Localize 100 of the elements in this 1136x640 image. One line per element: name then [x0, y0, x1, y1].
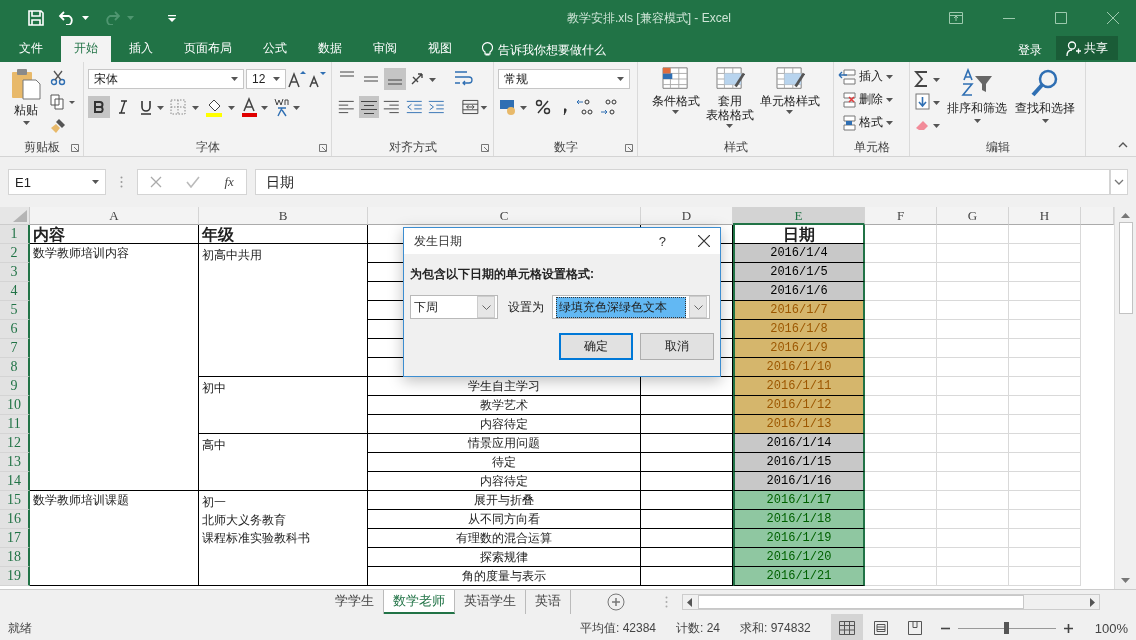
- scroll-down-icon[interactable]: [1121, 578, 1130, 583]
- row-header[interactable]: 19: [0, 567, 30, 586]
- column-header[interactable]: C: [368, 207, 641, 225]
- row-header[interactable]: 7: [0, 339, 30, 358]
- phonetic-guide-icon[interactable]: [272, 96, 302, 118]
- row-header[interactable]: 14: [0, 472, 30, 491]
- scroll-right-icon[interactable]: [1090, 597, 1095, 607]
- save-icon[interactable]: [28, 10, 44, 26]
- scroll-up-icon[interactable]: [1121, 213, 1130, 218]
- row-header[interactable]: 8: [0, 358, 30, 377]
- dialog-launcher-icon[interactable]: [481, 144, 489, 152]
- scroll-left-icon[interactable]: [687, 597, 692, 607]
- sheet-tab[interactable]: 数学老师: [384, 590, 455, 614]
- ribbon-display-icon[interactable]: [949, 12, 963, 24]
- number-format-field[interactable]: 常规: [498, 69, 630, 89]
- dialog-launcher-icon[interactable]: [71, 144, 79, 152]
- bold-button[interactable]: [88, 96, 110, 118]
- row-header[interactable]: 17: [0, 529, 30, 548]
- close-icon[interactable]: [698, 235, 710, 247]
- insert-function-button[interactable]: fx: [224, 174, 234, 190]
- ribbon-tab[interactable]: 插入: [116, 36, 166, 62]
- row-header[interactable]: 18: [0, 548, 30, 567]
- copy-icon[interactable]: [50, 94, 76, 110]
- styles-button[interactable]: 条件格式: [648, 66, 703, 138]
- zoom-in-icon[interactable]: [1063, 623, 1073, 633]
- format-dropdown[interactable]: 绿填充色深绿色文本: [552, 295, 710, 319]
- dialog-launcher-icon[interactable]: [625, 144, 633, 152]
- font-name-field[interactable]: 宋体: [88, 69, 244, 89]
- share-button[interactable]: 共享: [1056, 36, 1118, 60]
- grow-font-icon[interactable]: [288, 70, 306, 88]
- ribbon-tab[interactable]: 开始: [61, 36, 111, 62]
- editing-button[interactable]: 排序和筛选: [944, 68, 1010, 138]
- format-painter-icon[interactable]: [50, 118, 66, 134]
- column-header[interactable]: E: [733, 207, 865, 225]
- styles-button[interactable]: 单元格样式: [756, 66, 823, 138]
- scroll-thumb[interactable]: [1118, 222, 1133, 314]
- column-header[interactable]: H: [1009, 207, 1081, 225]
- scissors-icon[interactable]: [50, 70, 66, 86]
- row-header[interactable]: 2: [0, 244, 30, 263]
- drag-handle-icon[interactable]: [120, 176, 123, 188]
- ribbon-tab[interactable]: 文件: [6, 36, 56, 62]
- row-header[interactable]: 13: [0, 453, 30, 472]
- vertical-scrollbar[interactable]: [1114, 207, 1136, 589]
- row-header[interactable]: 5: [0, 301, 30, 320]
- customize-icon[interactable]: [168, 14, 176, 22]
- ribbon-tab[interactable]: 审阅: [360, 36, 410, 62]
- autosum-icon[interactable]: [914, 70, 942, 88]
- add-sheet-icon[interactable]: [607, 593, 625, 611]
- fill-down-icon[interactable]: [914, 93, 942, 111]
- row-header[interactable]: 11: [0, 415, 30, 434]
- zoom-slider-thumb[interactable]: [1003, 622, 1009, 634]
- dialog-launcher-icon[interactable]: [319, 144, 327, 152]
- collapse-ribbon-icon[interactable]: [1118, 142, 1128, 148]
- cells-button[interactable]: 删除: [838, 89, 905, 110]
- ribbon-tab[interactable]: 数据: [305, 36, 355, 62]
- row-header[interactable]: 12: [0, 434, 30, 453]
- horizontal-scrollbar[interactable]: [682, 594, 1100, 610]
- caret-icon[interactable]: [82, 16, 89, 20]
- font-size-field[interactable]: 12: [246, 69, 286, 89]
- row-header[interactable]: 15: [0, 491, 30, 510]
- editing-button[interactable]: 查找和选择: [1012, 68, 1078, 138]
- check-icon[interactable]: [186, 176, 201, 188]
- maximize-icon[interactable]: [1055, 12, 1067, 24]
- ribbon-tab[interactable]: 视图: [415, 36, 465, 62]
- column-header[interactable]: F: [865, 207, 937, 225]
- column-header[interactable]: G: [937, 207, 1009, 225]
- paste-button[interactable]: 粘贴: [8, 68, 44, 138]
- zoom-level[interactable]: 100%: [1094, 620, 1128, 636]
- row-header[interactable]: 9: [0, 377, 30, 396]
- styles-button[interactable]: 套用 表格格式: [702, 66, 757, 138]
- cancel-button[interactable]: 取消: [640, 333, 714, 360]
- scroll-thumb[interactable]: [698, 595, 1024, 609]
- row-header[interactable]: 4: [0, 282, 30, 301]
- font-color-icon[interactable]: [240, 96, 270, 118]
- help-button[interactable]: ?: [658, 233, 666, 249]
- row-header[interactable]: 3: [0, 263, 30, 282]
- ok-button[interactable]: 确定: [559, 333, 633, 360]
- period-dropdown[interactable]: 下周: [410, 295, 498, 319]
- view-button[interactable]: [830, 614, 863, 640]
- ribbon-tab[interactable]: 页面布局: [171, 36, 245, 62]
- undo-icon[interactable]: [58, 11, 76, 25]
- row-header[interactable]: 16: [0, 510, 30, 529]
- row-header[interactable]: 6: [0, 320, 30, 339]
- align-center-button[interactable]: [358, 96, 380, 118]
- cells-button[interactable]: 插入: [838, 66, 905, 87]
- shrink-font-icon[interactable]: [308, 70, 326, 88]
- status-sum: 求和: 974832: [740, 619, 811, 637]
- cells-button[interactable]: 格式: [838, 112, 905, 133]
- sign-in-link[interactable]: 登录: [1018, 38, 1042, 62]
- column-header[interactable]: D: [641, 207, 733, 225]
- column-header[interactable]: A: [30, 207, 199, 225]
- name-box[interactable]: E1: [8, 169, 106, 195]
- tell-me-field[interactable]: 告诉我你想要做什么: [498, 38, 1018, 62]
- formula-field[interactable]: 日期: [255, 169, 1110, 195]
- column-header[interactable]: B: [199, 207, 368, 225]
- row-header[interactable]: 1: [0, 225, 30, 244]
- row-header[interactable]: 10: [0, 396, 30, 415]
- increase-decimal-icon[interactable]: [574, 96, 596, 118]
- ribbon-tab[interactable]: 公式: [250, 36, 300, 62]
- decrease-decimal-icon[interactable]: [598, 96, 620, 118]
